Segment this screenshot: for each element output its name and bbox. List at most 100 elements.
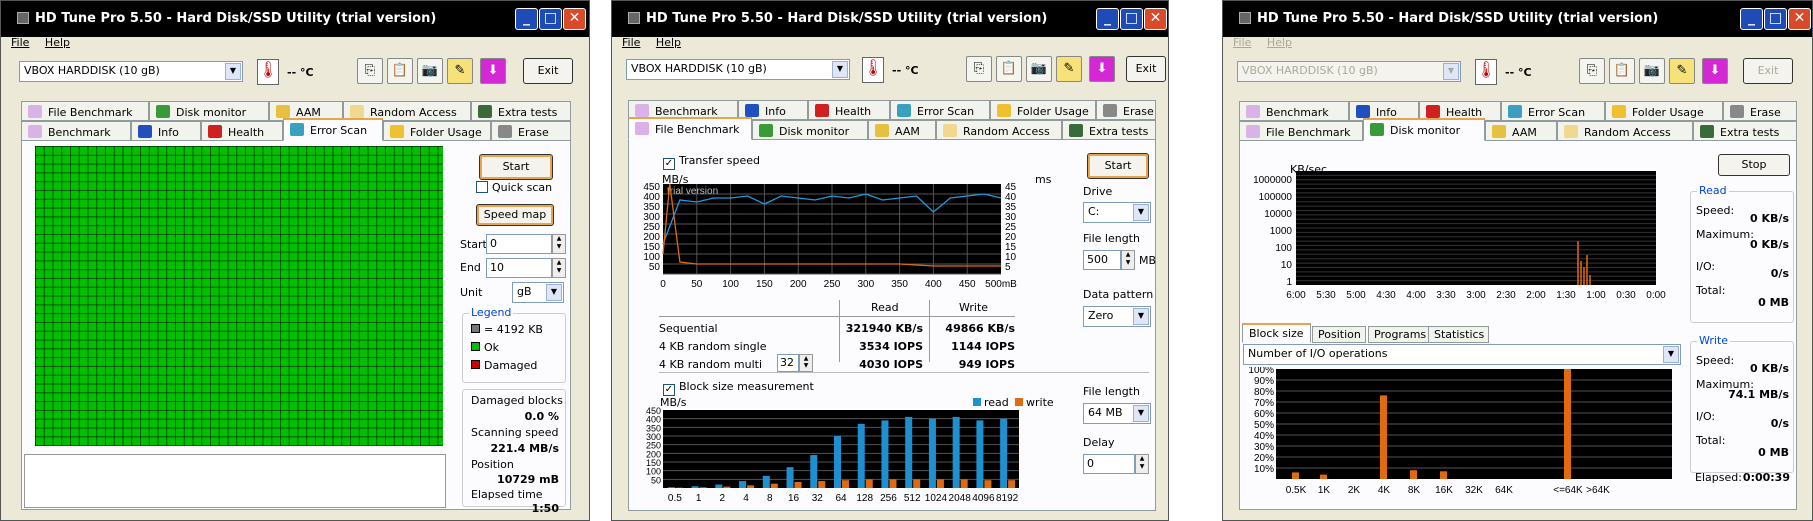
queue-depth-spinner[interactable]: ▲ ▼ [799,354,813,372]
tab-health[interactable]: Health [808,100,890,120]
tab-extra-tests[interactable]: Extra tests [1693,121,1797,141]
drive-select[interactable]: VBOX HARDDISK (10 gB) ▼ [1237,61,1461,82]
tab-random-access[interactable]: Random Access [1557,121,1693,141]
queue-depth-input[interactable]: 32 [777,354,799,372]
exit-button[interactable]: Exit [1743,58,1793,84]
subtab-statistics[interactable]: Statistics [1428,326,1490,343]
benchmark-icon [635,104,649,117]
options-icon[interactable]: ✎ [1056,56,1082,82]
drive-letter-select[interactable]: C: ▼ [1083,202,1151,223]
quick-scan-checkbox[interactable]: Quick scan [476,181,552,194]
exit-button[interactable]: Exit [523,58,573,84]
tab-extra-tests[interactable]: Extra tests [471,101,571,121]
tab-aam[interactable]: AAM [868,120,936,140]
copy-text-icon[interactable]: ⎘ [1579,58,1605,84]
menu-file[interactable]: File [622,36,640,49]
camera-icon[interactable]: 📷 [1639,58,1665,84]
camera-icon[interactable]: 📷 [1026,56,1052,82]
copy-text-icon[interactable]: ⎘ [357,58,383,84]
delay-spinner[interactable]: ▲ ▼ [1135,454,1149,474]
tab-erase[interactable]: Erase [1723,101,1797,121]
tab-benchmark[interactable]: Benchmark [1239,101,1349,121]
tab-file-benchmark[interactable]: File Benchmark [21,101,149,121]
tab-erase[interactable]: Erase [491,121,571,141]
transfer-speed-checkbox[interactable]: ✓ Transfer speed [663,154,760,170]
title-bar[interactable]: HD Tune Pro 5.50 - Hard Disk/SSD Utility… [612,1,1168,37]
start-button[interactable]: Start [1087,153,1149,179]
tab-disk-monitor[interactable]: Disk monitor [1363,118,1485,141]
copy-clipboard-icon[interactable]: 📋 [387,58,413,84]
minimize-button[interactable]: _ [1096,8,1119,30]
start-input[interactable]: 0 [486,234,552,254]
tab-disk-monitor[interactable]: Disk monitor [149,101,269,121]
drive-select[interactable]: VBOX HARDDISK (10 gB) ▼ [626,59,850,80]
title-bar[interactable]: HD Tune Pro 5.50 - Hard Disk/SSD Utility… [1,1,589,37]
tab-error-scan[interactable]: Error Scan [1501,101,1605,121]
tab-benchmark[interactable]: Benchmark [21,121,131,141]
subtab-position[interactable]: Position [1312,326,1366,343]
block-size-checkbox[interactable]: ✓ Block size measurement [663,380,814,396]
menu-help[interactable]: Help [656,36,681,49]
checkbox-checked-icon[interactable]: ✓ [663,384,675,396]
title-bar[interactable]: HD Tune Pro 5.50 - Hard Disk/SSD Utility… [1223,1,1812,37]
benchmark-icon [28,125,42,138]
tab-info[interactable]: Info [131,121,201,141]
menu-file[interactable]: File [11,36,29,49]
start-button[interactable]: Start [479,154,553,180]
close-button[interactable]: ✕ [563,8,586,30]
delay-input[interactable]: 0 [1083,454,1135,474]
menu-help[interactable]: Help [45,36,70,49]
tab-file-benchmark[interactable]: File Benchmark [628,117,752,140]
minimize-button[interactable]: _ [515,8,538,30]
menu-help[interactable]: Help [1267,36,1292,49]
minimize-button[interactable]: _ [1740,8,1763,30]
tab-folder-usage[interactable]: Folder Usage [1605,101,1723,121]
tab-folder-usage[interactable]: Folder Usage [383,121,491,141]
file-length-input[interactable]: 500 [1083,250,1121,270]
tab-random-access[interactable]: Random Access [936,120,1062,140]
file-length-select[interactable]: 64 MB ▼ [1083,403,1151,424]
maximize-button[interactable]: □ [539,8,562,30]
end-spinner[interactable]: ▲ ▼ [552,258,566,278]
save-icon[interactable]: ⬇ [1702,58,1728,84]
drive-select[interactable]: VBOX HARDDISK (10 gB) ▼ [19,61,243,82]
speed-map-button[interactable]: Speed map [476,204,554,226]
tab-disk-monitor[interactable]: Disk monitor [752,120,868,140]
checkbox-checked-icon[interactable]: ✓ [663,158,675,170]
tab-file-benchmark[interactable]: File Benchmark [1239,121,1363,141]
file-length-spinner[interactable]: ▲ ▼ [1121,250,1135,270]
tab-extra-tests[interactable]: Extra tests [1062,120,1156,140]
io-metric-select[interactable]: Number of I/O operations ▼ [1243,344,1681,365]
copy-text-icon[interactable]: ⎘ [966,56,992,82]
copy-clipboard-icon[interactable]: 📋 [1609,58,1635,84]
tab-folder-usage[interactable]: Folder Usage [990,100,1096,120]
menu-file[interactable]: File [1233,36,1251,49]
data-pattern-select[interactable]: Zero ▼ [1083,306,1151,327]
unit-select[interactable]: gB ▼ [512,282,564,303]
save-icon[interactable]: ⬇ [1089,56,1115,82]
tab-health[interactable]: Health [201,121,283,141]
tab-erase[interactable]: Erase [1096,100,1156,120]
tab-aam[interactable]: AAM [1485,121,1557,141]
stop-button[interactable]: Stop [1718,154,1790,176]
tab-error-scan[interactable]: Error Scan [890,100,990,120]
close-button[interactable]: ✕ [1788,8,1811,30]
start-spinner[interactable]: ▲ ▼ [552,234,566,254]
camera-icon[interactable]: 📷 [417,58,443,84]
options-icon[interactable]: ✎ [447,58,473,84]
maximize-button[interactable]: □ [1764,8,1787,30]
exit-button[interactable]: Exit [1126,56,1166,82]
subtab-programs[interactable]: Programs [1368,326,1432,343]
options-icon[interactable]: ✎ [1669,58,1695,84]
save-icon[interactable]: ⬇ [480,58,506,84]
checkbox-box[interactable] [476,181,488,193]
close-button[interactable]: ✕ [1144,8,1167,30]
subtab-block-size[interactable]: Block size [1242,323,1311,343]
tab-error-scan[interactable]: Error Scan [283,118,383,141]
x-tick-label: 32 [812,493,824,504]
y-tick-label: 80% [1254,387,1274,398]
copy-clipboard-icon[interactable]: 📋 [996,56,1022,82]
x-tick-label: 2:00 [1526,290,1546,301]
maximize-button[interactable]: □ [1120,8,1143,30]
end-input[interactable]: 10 [486,258,552,278]
